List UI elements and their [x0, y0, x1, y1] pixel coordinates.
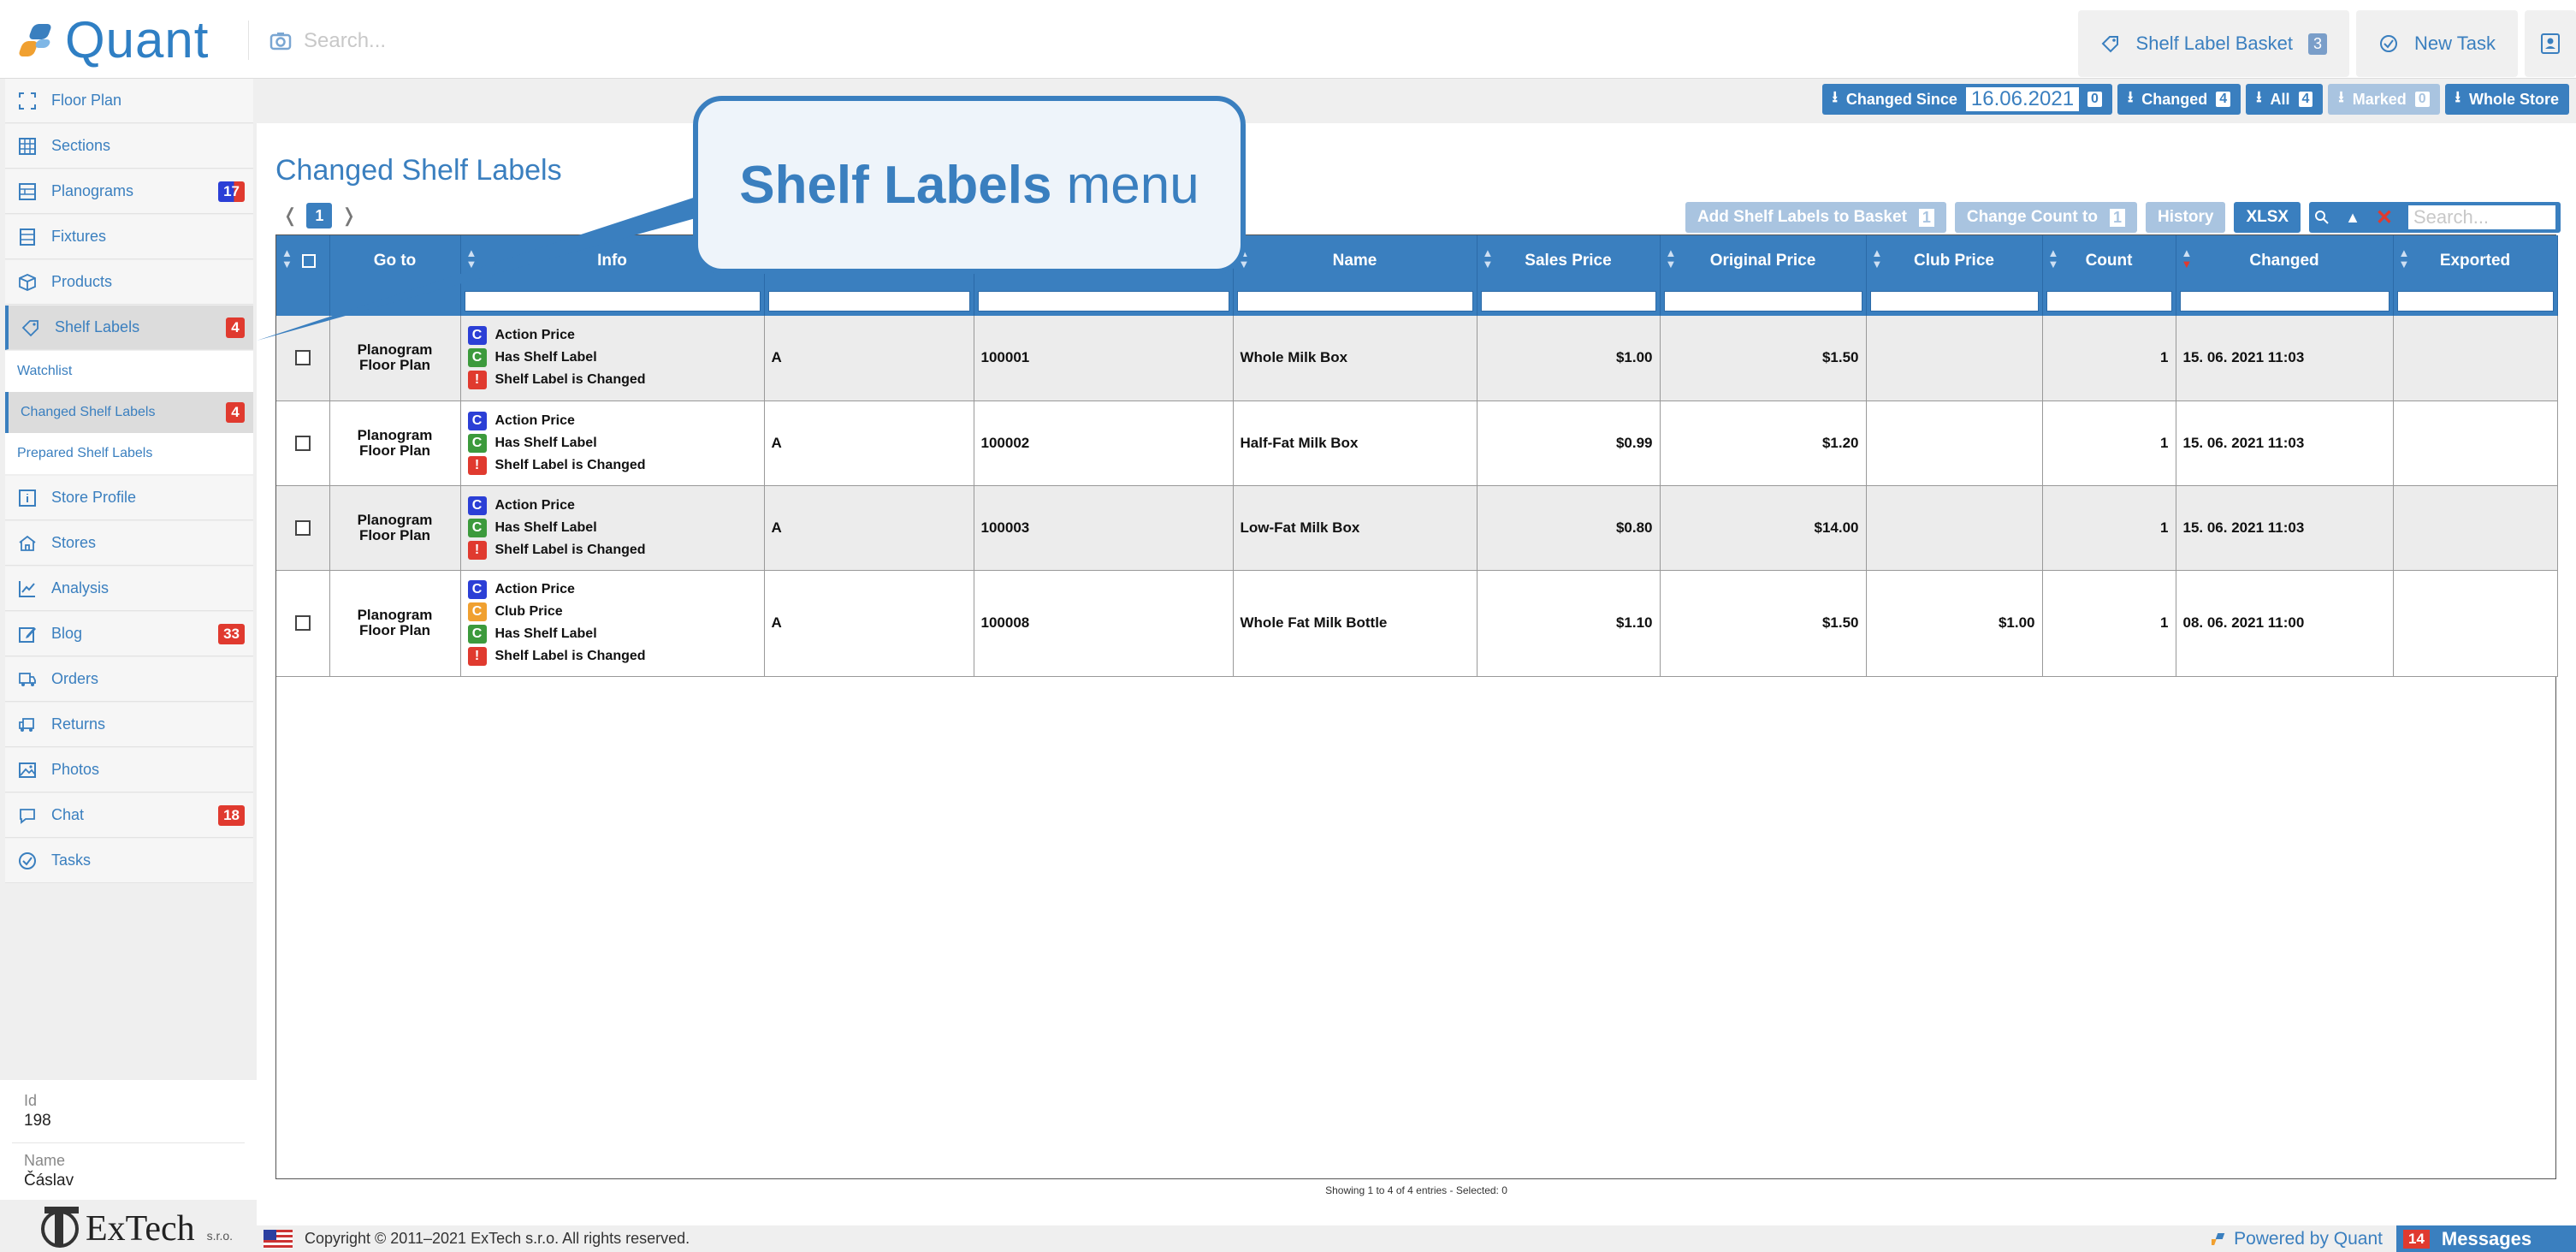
callout-rest: menu [1051, 155, 1199, 215]
callout-bold: Shelf Labels [739, 155, 1052, 215]
callout-pointer [257, 190, 717, 341]
app-root: Quant Shelf Label Basket 3 New Task [0, 0, 2576, 1252]
shelf-labels-callout: Shelf Labels menu [693, 96, 1246, 274]
callout-text: Shelf Labels menu [739, 155, 1199, 216]
